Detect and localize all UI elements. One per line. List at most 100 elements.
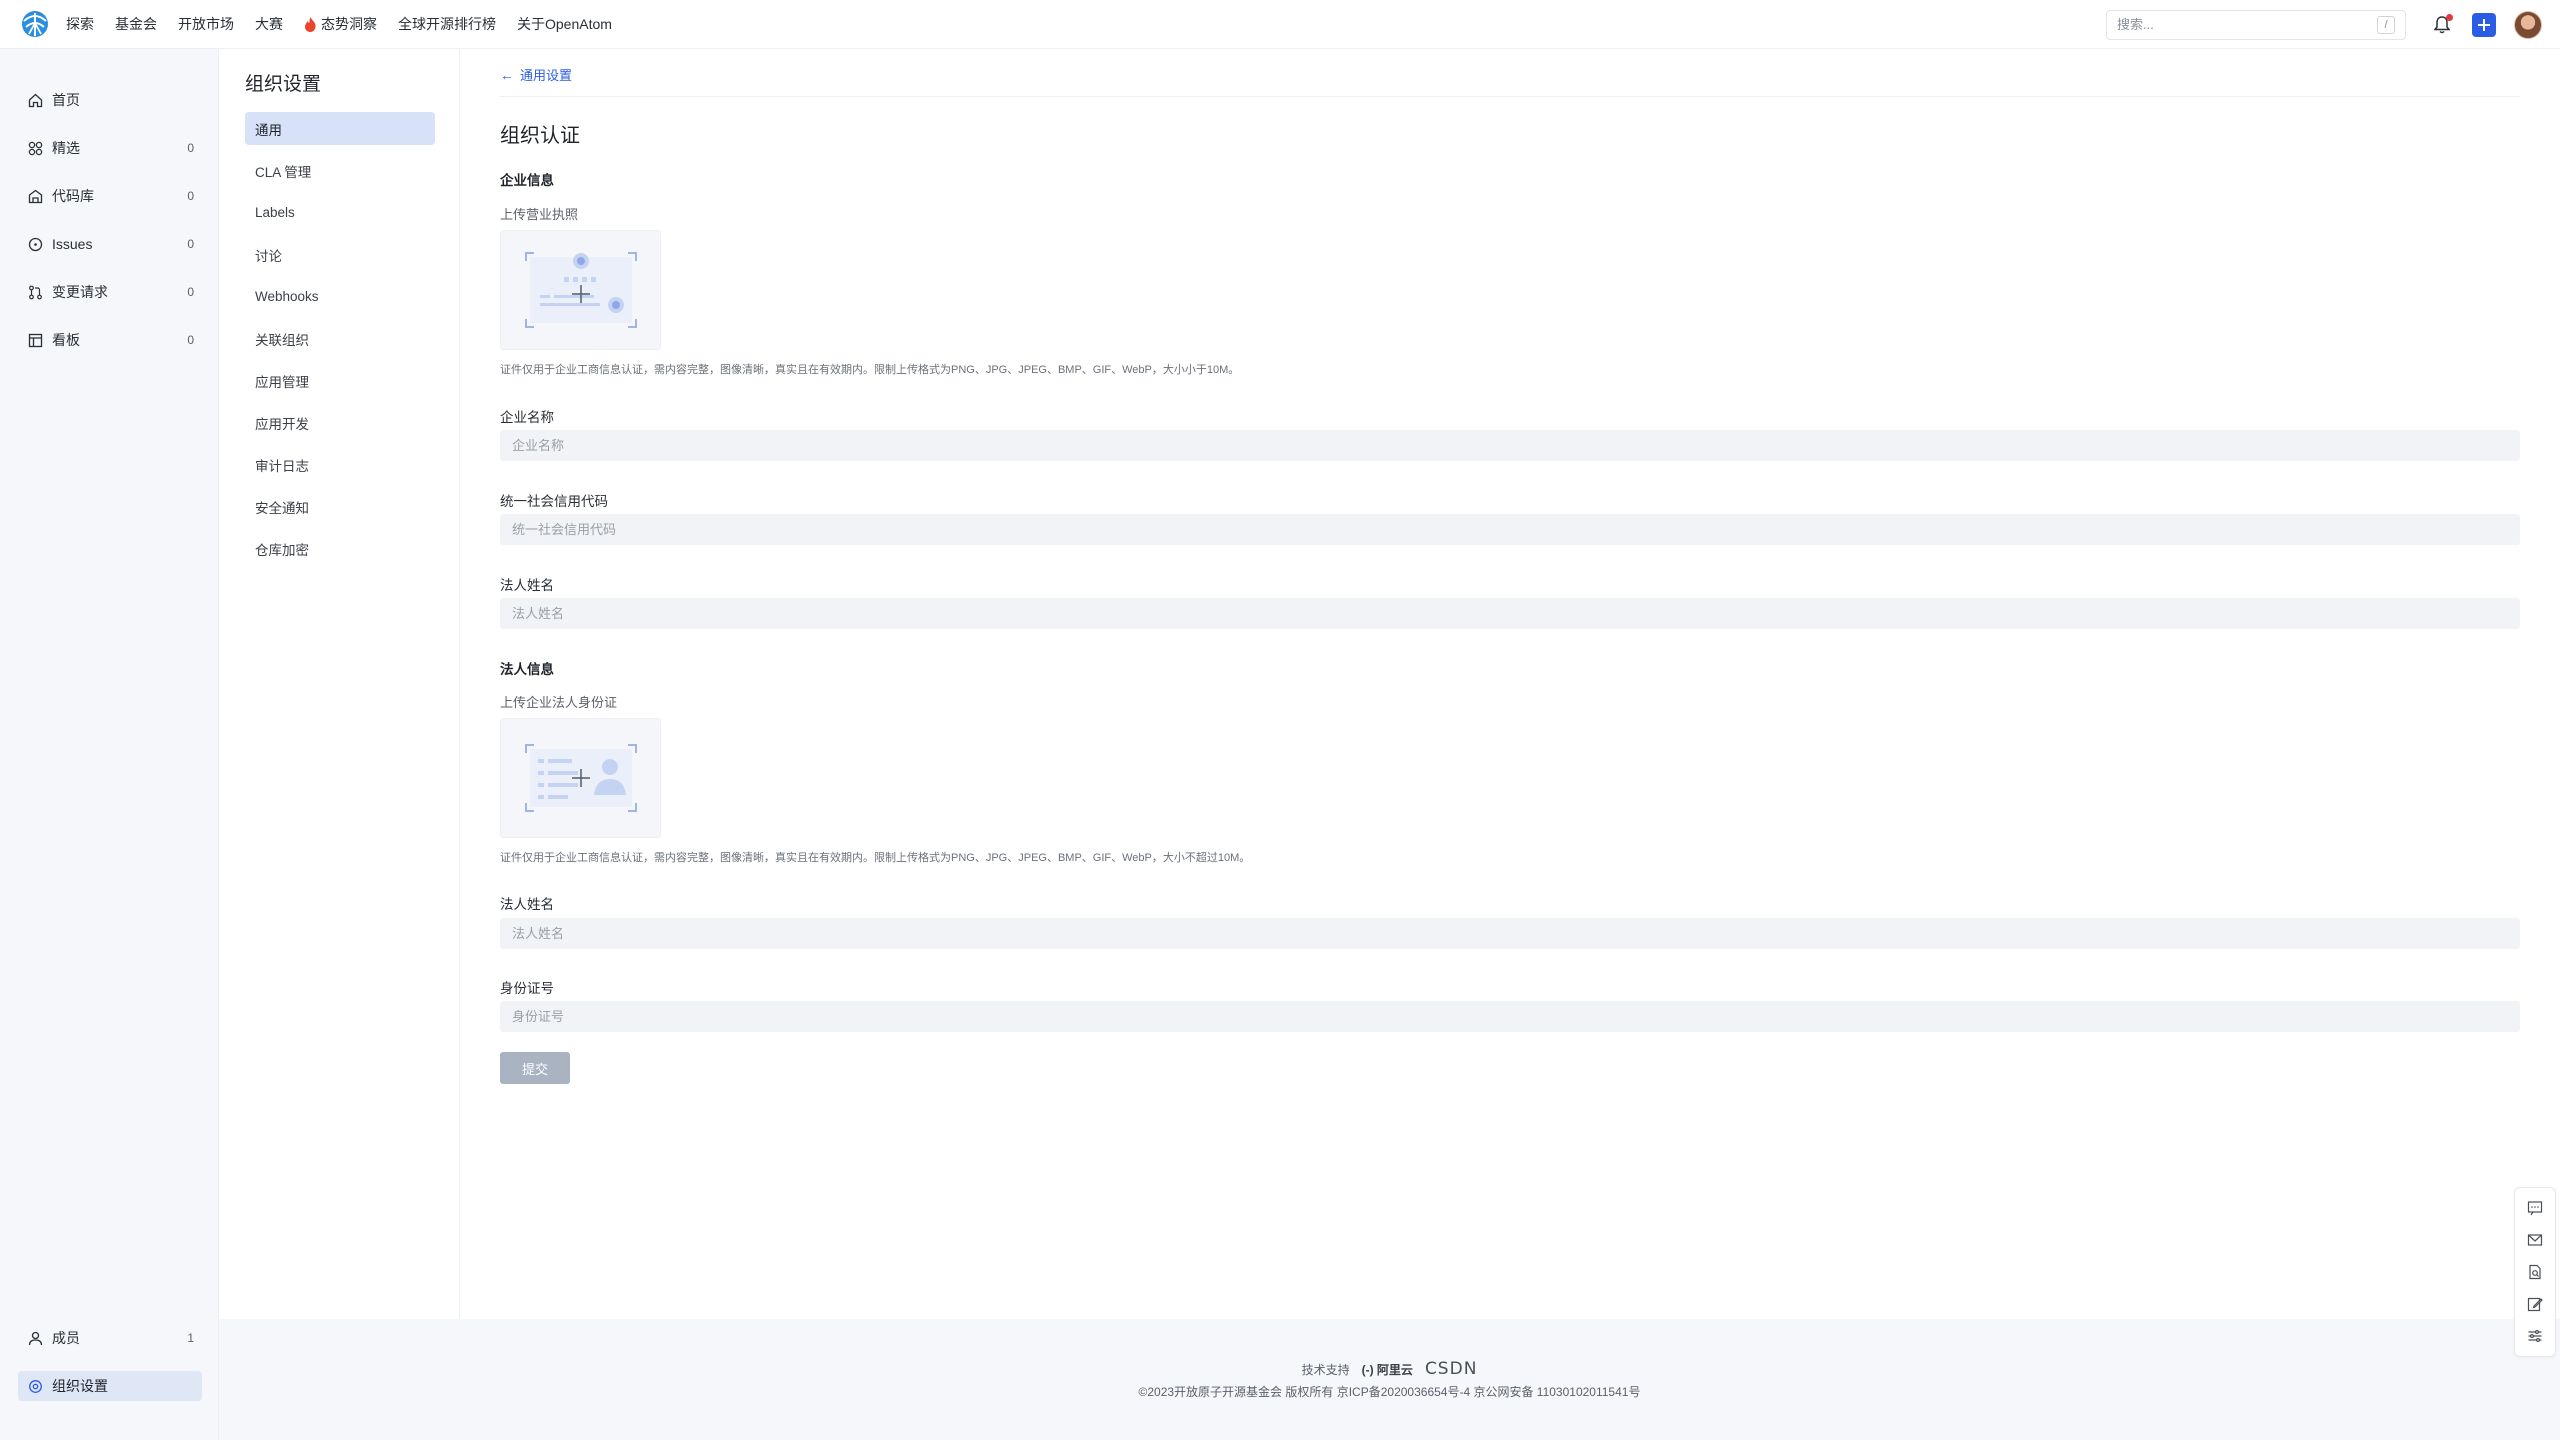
settings-menu: 组织设置 通用 CLA 管理 Labels 讨论 Webhooks 关联组织 应… — [219, 49, 460, 1319]
nav-explore[interactable]: 探索 — [66, 14, 94, 34]
fire-icon — [305, 16, 316, 32]
search-shortcut-key: / — [2377, 15, 2395, 34]
id-number-input[interactable] — [500, 1001, 2520, 1032]
top-bar: 探索 基金会 开放市场 大赛 态势洞察 全球开源排行榜 关于OpenAtom / — [0, 0, 2560, 49]
settings-menu-security-notice[interactable]: 安全通知 — [245, 490, 435, 523]
home-icon — [26, 91, 44, 109]
settings-menu-general[interactable]: 通用 — [245, 112, 435, 145]
sidebar-item-count: 0 — [187, 333, 194, 347]
sidebar-item-featured[interactable]: 精选 0 — [18, 133, 202, 163]
sliders-icon — [2528, 1329, 2542, 1343]
id-card-placeholder-icon — [524, 744, 637, 812]
csdn-logo[interactable]: CSDN — [1425, 1359, 1477, 1379]
mail-button[interactable] — [2523, 1228, 2547, 1252]
back-link-label: 通用设置 — [520, 68, 573, 83]
nav-ranking[interactable]: 全球开源排行榜 — [398, 14, 496, 34]
notification-button[interactable] — [2430, 13, 2454, 37]
company-name-label: 企业名称 — [500, 410, 554, 425]
settings-sliders-button[interactable] — [2523, 1324, 2547, 1348]
user-avatar[interactable] — [2514, 10, 2542, 39]
sidebar-item-board[interactable]: 看板 0 — [18, 325, 202, 355]
sidebar-item-count: 0 — [187, 141, 194, 155]
search-input[interactable] — [2117, 17, 2357, 32]
settings-menu-app-management[interactable]: 应用管理 — [245, 364, 435, 397]
id-number-label: 身份证号 — [500, 981, 554, 996]
edit-button[interactable] — [2523, 1292, 2547, 1316]
user-icon — [26, 1329, 44, 1347]
grid-icon — [26, 139, 44, 157]
id-hint: 证件仅用于企业工商信息认证，需内容完整，图像清晰，真实且在有效期内。限制上传格式… — [500, 852, 1251, 864]
plus-icon — [2478, 18, 2490, 31]
upload-license-label: 上传营业执照 — [500, 207, 579, 222]
sidebar-item-issues[interactable]: Issues 0 — [18, 229, 202, 259]
chat-button[interactable] — [2523, 1196, 2547, 1220]
settings-menu-audit-log[interactable]: 审计日志 — [245, 448, 435, 481]
sidebar-item-members[interactable]: 成员 1 — [18, 1323, 202, 1353]
sidebar-item-count: 1 — [187, 1331, 194, 1345]
arrow-left-icon: ← — [500, 66, 514, 83]
nav-insight-label: 态势洞察 — [321, 16, 377, 32]
settings-menu-app-development[interactable]: 应用开发 — [245, 406, 435, 439]
settings-menu-discussions[interactable]: 讨论 — [245, 238, 435, 271]
top-right-actions: / — [2106, 0, 2560, 49]
sidebar-item-label: 首页 — [52, 92, 80, 108]
settings-menu-linked-orgs[interactable]: 关联组织 — [245, 322, 435, 355]
back-link[interactable]: ← 通用设置 — [500, 65, 572, 84]
settings-icon — [26, 1377, 44, 1395]
divider — [500, 96, 2520, 97]
sidebar-item-label: 代码库 — [52, 188, 94, 204]
mail-icon — [2527, 1234, 2543, 1246]
settings-title: 组织设置 — [245, 74, 322, 95]
sidebar-item-count: 0 — [187, 237, 194, 251]
settings-menu-webhooks[interactable]: Webhooks — [245, 280, 435, 313]
main-content: ← 通用设置 组织认证 企业信息 上传营业执照 证件仅用于企业工商信息认证，需内… — [460, 49, 2560, 1319]
sidebar-item-label: Issues — [52, 236, 93, 252]
sidebar-item-org-settings[interactable]: 组织设置 — [18, 1371, 202, 1401]
nav-foundation[interactable]: 基金会 — [115, 14, 157, 34]
company-name-input[interactable] — [500, 430, 2520, 461]
sidebar-item-label: 组织设置 — [52, 1378, 108, 1394]
sidebar-item-label: 成员 — [52, 1330, 80, 1346]
footer-support: 技术支持 (-) 阿里云 CSDN — [219, 1359, 2560, 1379]
sidebar-item-count: 0 — [187, 189, 194, 203]
submit-button[interactable]: 提交 — [500, 1052, 570, 1084]
sidebar-item-label: 看板 — [52, 332, 80, 348]
document-search-button[interactable] — [2523, 1260, 2547, 1284]
license-hint: 证件仅用于企业工商信息认证，需内容完整，图像清晰，真实且在有效期内。限制上传格式… — [500, 364, 1240, 376]
credit-code-input[interactable] — [500, 514, 2520, 545]
footer: 技术支持 (-) 阿里云 CSDN ©2023开放原子开源基金会 版权所有 京I… — [219, 1319, 2560, 1440]
settings-menu-repo-encryption[interactable]: 仓库加密 — [245, 532, 435, 565]
nav-market[interactable]: 开放市场 — [178, 14, 234, 34]
footer-copyright: ©2023开放原子开源基金会 版权所有 京ICP备2020036654号-4 京… — [1138, 1385, 1641, 1399]
settings-menu-labels[interactable]: Labels — [245, 196, 435, 229]
board-icon — [26, 331, 44, 349]
aliyun-logo[interactable]: (-) 阿里云 — [1362, 1361, 1413, 1378]
sidebar-item-repos[interactable]: 代码库 0 — [18, 181, 202, 211]
pull-request-icon — [26, 283, 44, 301]
notification-dot — [2446, 13, 2453, 21]
repo-icon — [26, 187, 44, 205]
upload-id-label: 上传企业法人身份证 — [500, 695, 618, 710]
sidebar-item-label: 变更请求 — [52, 284, 108, 300]
top-nav: 探索 基金会 开放市场 大赛 态势洞察 全球开源排行榜 关于OpenAtom — [66, 14, 633, 34]
page-title: 组织认证 — [500, 125, 580, 147]
legal-name-input[interactable] — [500, 598, 2520, 629]
nav-insight[interactable]: 态势洞察 — [304, 14, 377, 34]
nav-contest[interactable]: 大赛 — [255, 14, 283, 34]
legal-name-label: 法人姓名 — [500, 578, 554, 593]
company-section-heading: 企业信息 — [500, 173, 554, 188]
legal-name2-input[interactable] — [500, 918, 2520, 949]
left-sidebar: 首页 精选 0 代码库 0 Issues 0 变更请求 0 看板 0 成员 1 … — [0, 49, 219, 1440]
sidebar-item-pull-requests[interactable]: 变更请求 0 — [18, 277, 202, 307]
nav-about[interactable]: 关于OpenAtom — [517, 14, 612, 34]
document-search-icon — [2529, 1264, 2541, 1280]
sidebar-item-home[interactable]: 首页 — [18, 85, 202, 115]
floating-toolbar — [2514, 1187, 2556, 1357]
create-button[interactable] — [2472, 12, 2496, 37]
search-box[interactable]: / — [2106, 9, 2406, 40]
settings-menu-cla[interactable]: CLA 管理 — [245, 154, 435, 187]
sidebar-item-count: 0 — [187, 285, 194, 299]
openatom-logo[interactable] — [20, 9, 50, 39]
license-upload-area[interactable] — [500, 230, 661, 350]
id-upload-area[interactable] — [500, 718, 661, 838]
